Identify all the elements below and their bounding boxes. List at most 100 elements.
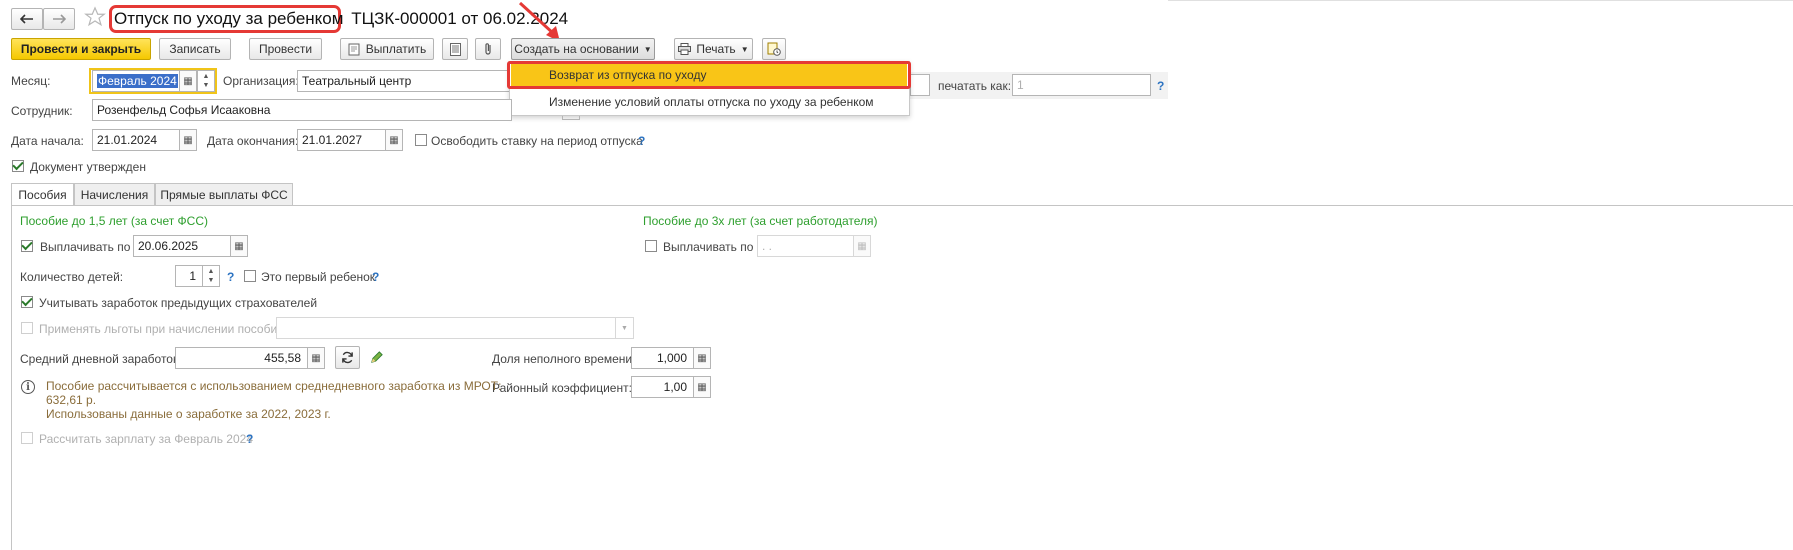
create-based-on-button[interactable]: Создать на основании ▼ — [511, 38, 655, 60]
calculator-icon: ▦ — [697, 381, 707, 393]
pay-until-right-calendar-button[interactable]: ▦ — [853, 235, 871, 257]
district-coefficient-label: Районный коэффициент: — [492, 381, 632, 395]
pay-until-right-checkbox[interactable] — [645, 240, 657, 252]
favorite-star-icon[interactable] — [84, 6, 106, 28]
apply-benefits-select-arrow[interactable]: ▼ — [615, 317, 634, 339]
employee-label: Сотрудник: — [11, 104, 73, 118]
post-and-close-button[interactable]: Провести и закрыть — [11, 38, 151, 60]
tab-fss-direct-payments[interactable]: Прямые выплаты ФСС — [155, 183, 293, 205]
help-icon[interactable]: ? — [246, 432, 253, 446]
create-based-on-label: Создать на основании — [514, 42, 639, 56]
start-date-input[interactable]: 21.01.2024 — [92, 129, 180, 151]
pay-until-checkbox[interactable] — [21, 240, 33, 252]
end-date-calendar-button[interactable]: ▦ — [385, 129, 403, 151]
pay-button-label: Выплатить — [365, 42, 427, 56]
dropdown-item-change-payment-conditions[interactable]: Изменение условий оплаты отпуска по уход… — [511, 90, 907, 114]
avg-daily-earnings-calc-button[interactable]: ▦ — [307, 347, 325, 369]
print-button-label: Печать — [696, 42, 736, 56]
section-employer-benefit: Пособие до 3х лет (за счет работодателя) — [643, 214, 878, 228]
paperclip-icon — [485, 43, 491, 55]
children-count-input[interactable]: 1 — [175, 265, 203, 287]
report-settings-button[interactable] — [762, 38, 786, 60]
calendar-icon: ▦ — [183, 134, 193, 146]
part-time-share-calc-button[interactable]: ▦ — [693, 347, 711, 369]
apply-benefits-label: Применять льготы при начислении пособия — [39, 322, 284, 336]
first-child-label: Это первый ребенок — [261, 270, 376, 284]
avg-daily-earnings-input[interactable]: 455,58 — [175, 347, 308, 369]
employee-input[interactable]: Розенфельд Софья Исааковна — [92, 99, 512, 121]
month-input[interactable]: Февраль 2024 — [92, 70, 180, 92]
tab-accruals[interactable]: Начисления — [74, 183, 155, 205]
employee-input-tail — [562, 116, 580, 120]
children-count-label: Количество детей: — [20, 270, 124, 284]
start-date-calendar-button[interactable]: ▦ — [179, 129, 197, 151]
help-icon[interactable]: ? — [372, 270, 379, 284]
print-as-left-input[interactable] — [910, 74, 930, 96]
calendar-icon: ▦ — [183, 75, 193, 87]
calc-salary-label: Рассчитать зарплату за Февраль 2024 — [39, 432, 253, 446]
calendar-icon: ▦ — [234, 240, 244, 252]
info-line: Пособие рассчитывается с использованием … — [46, 379, 502, 393]
tab-panel-border — [11, 205, 1793, 550]
pay-until-right-label: Выплачивать по — [663, 240, 754, 254]
spinner-up-icon[interactable]: ▲ — [208, 267, 215, 276]
end-date-label: Дата окончания: — [207, 134, 299, 148]
edit-pencil-icon[interactable] — [369, 350, 385, 366]
consider-prev-employers-checkbox[interactable] — [21, 296, 33, 308]
save-button[interactable]: Записать — [159, 38, 231, 60]
apply-benefits-select[interactable] — [276, 317, 616, 339]
document-approved-checkbox[interactable] — [12, 160, 24, 172]
district-coefficient-input[interactable]: 1,00 — [631, 376, 694, 398]
calculator-icon: ▦ — [697, 352, 707, 364]
pay-until-input[interactable]: 20.06.2025 — [133, 235, 231, 257]
tab-benefits[interactable]: Пособия — [11, 183, 74, 206]
calc-salary-checkbox[interactable] — [21, 432, 33, 444]
print-as-input[interactable]: 1 — [1012, 74, 1151, 96]
post-button[interactable]: Провести — [249, 38, 322, 60]
district-coefficient-calc-button[interactable]: ▦ — [693, 376, 711, 398]
pay-until-label: Выплачивать по — [40, 240, 131, 254]
part-time-share-input[interactable]: 1,000 — [631, 347, 694, 369]
chevron-down-icon: ▼ — [621, 324, 628, 332]
part-time-share-label: Доля неполного времени: — [492, 352, 636, 366]
spinner-down-icon[interactable]: ▼ — [208, 276, 215, 285]
first-child-checkbox[interactable] — [244, 270, 256, 282]
page-title: Отпуск по уходу за ребенком ТЦЗК-000001 … — [114, 9, 568, 29]
release-rate-label: Освободить ставку на период отпуска — [431, 134, 643, 148]
avg-daily-earnings-label: Средний дневной заработок: — [20, 352, 182, 366]
help-icon[interactable]: ? — [1157, 79, 1164, 93]
help-icon[interactable]: ? — [638, 134, 645, 148]
organization-input[interactable]: Театральный центр — [297, 70, 512, 92]
dropdown-item-label: Изменение условий оплаты отпуска по уход… — [549, 95, 874, 109]
calendar-icon: ▦ — [389, 134, 399, 146]
month-value: Февраль 2024 — [97, 74, 178, 88]
document-clock-icon — [767, 42, 781, 56]
list-icon — [449, 42, 461, 56]
spinner-down-icon[interactable]: ▼ — [203, 81, 210, 90]
section-fss-benefit: Пособие до 1,5 лет (за счет ФСС) — [20, 214, 209, 228]
start-date-label: Дата начала: — [11, 134, 84, 148]
refresh-button[interactable] — [335, 346, 360, 369]
top-right-divider — [1168, 0, 1793, 1]
month-spinner[interactable]: ▲ ▼ — [197, 70, 215, 92]
arrow-left-icon — [20, 14, 33, 24]
spinner-up-icon[interactable]: ▲ — [203, 72, 210, 81]
info-line: Использованы данные о заработке за 2022,… — [46, 407, 331, 421]
print-as-label: печатать как: — [938, 79, 1012, 93]
pay-button[interactable]: Выплатить — [340, 38, 434, 60]
dropdown-highlight-frame — [507, 61, 911, 89]
pay-until-calendar-button[interactable]: ▦ — [230, 235, 248, 257]
help-icon[interactable]: ? — [227, 270, 234, 284]
end-date-input[interactable]: 21.01.2027 — [297, 129, 386, 151]
pay-until-right-input[interactable]: . . — [757, 235, 854, 257]
children-count-spinner[interactable]: ▲ ▼ — [202, 265, 220, 287]
month-calendar-button[interactable]: ▦ — [179, 70, 197, 92]
list-report-button[interactable] — [442, 38, 468, 60]
apply-benefits-checkbox[interactable] — [21, 322, 33, 334]
attachments-button[interactable] — [475, 38, 501, 60]
release-rate-checkbox[interactable] — [415, 134, 427, 146]
forward-button[interactable] — [43, 8, 75, 30]
back-button[interactable] — [11, 8, 43, 30]
print-button[interactable]: Печать ▼ — [674, 38, 753, 60]
printer-icon — [678, 43, 692, 55]
